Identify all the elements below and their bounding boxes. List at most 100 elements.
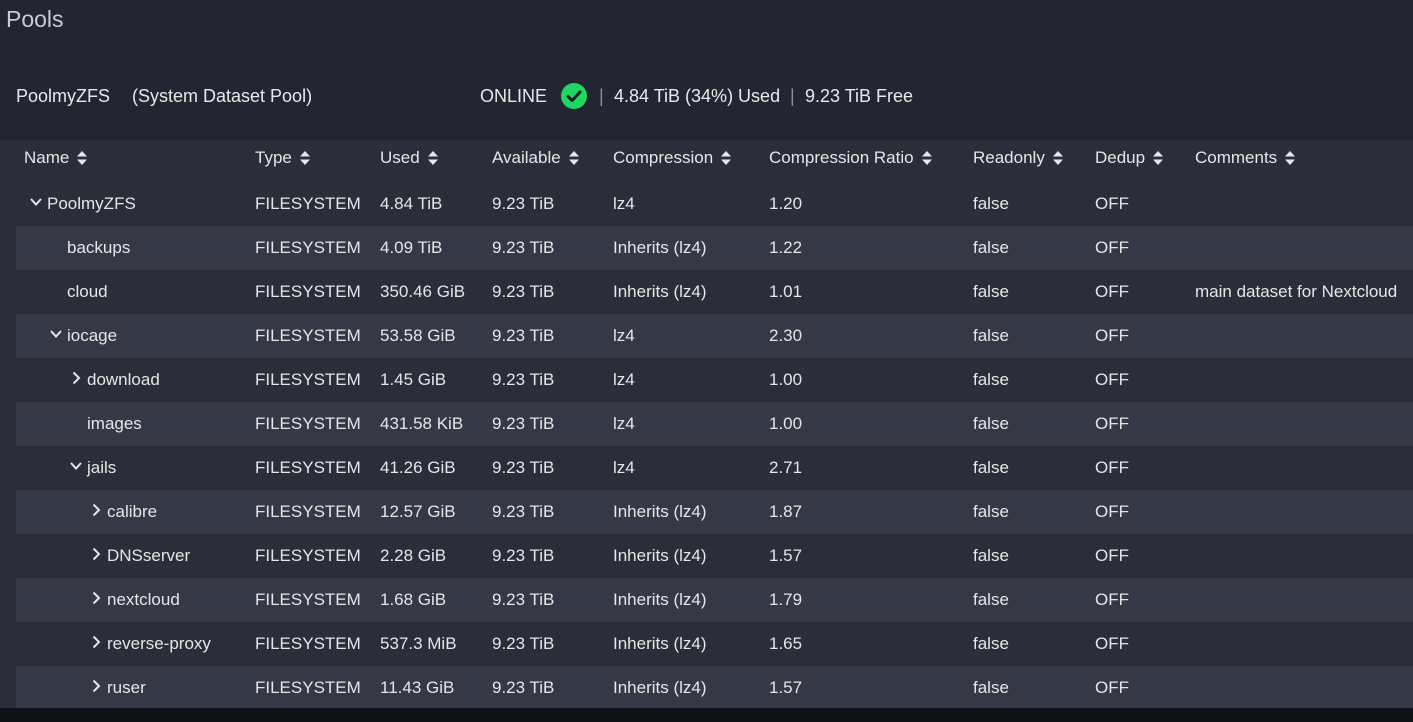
used-cell: 1.68 GiB bbox=[380, 590, 447, 609]
column-header-type[interactable]: Type bbox=[255, 148, 310, 168]
dedup-cell: OFF bbox=[1095, 370, 1129, 389]
readonly-cell: false bbox=[973, 634, 1009, 653]
available-cell: 9.23 TiB bbox=[492, 634, 555, 653]
available-cell: 9.23 TiB bbox=[492, 194, 555, 213]
compression-cell: Inherits (lz4) bbox=[613, 282, 707, 301]
table-row[interactable]: nextcloud FILESYSTEM 1.68 GiB 9.23 TiB Inher… bbox=[16, 578, 1413, 622]
table-row[interactable]: download FILESYSTEM 1.45 GiB 9.23 TiB lz4 1.0… bbox=[16, 358, 1413, 402]
table-row[interactable]: images FILESYSTEM 431.58 KiB 9.23 TiB lz4 1.0… bbox=[16, 402, 1413, 446]
sort-icon bbox=[299, 150, 310, 165]
sort-icon bbox=[721, 150, 732, 165]
available-cell: 9.23 TiB bbox=[492, 590, 555, 609]
type-cell: FILESYSTEM bbox=[255, 370, 361, 389]
name-cell: ruser bbox=[107, 678, 146, 697]
compression-ratio-cell: 2.71 bbox=[769, 458, 803, 477]
readonly-cell: false bbox=[973, 238, 1009, 257]
column-header-label: Dedup bbox=[1095, 148, 1146, 167]
dedup-cell: OFF bbox=[1095, 458, 1129, 477]
column-header-compression[interactable]: Compression bbox=[613, 148, 732, 168]
used-cell: 1.45 GiB bbox=[380, 370, 447, 389]
used-cell: 2.28 GiB bbox=[380, 546, 447, 565]
dedup-cell: OFF bbox=[1095, 238, 1129, 257]
table-row[interactable]: backups FILESYSTEM 4.09 TiB 9.23 TiB Inherit… bbox=[16, 226, 1413, 270]
column-header-label: Compression Ratio bbox=[769, 148, 914, 167]
chevron-down-icon[interactable] bbox=[49, 327, 63, 341]
table-row[interactable]: ruser FILESYSTEM 11.43 GiB 9.23 TiB Inherits… bbox=[16, 666, 1413, 710]
name-cell: iocage bbox=[67, 326, 118, 345]
chevron-right-icon[interactable] bbox=[69, 371, 83, 385]
chevron-right-icon[interactable] bbox=[89, 503, 103, 517]
table-row[interactable]: reverse-proxy FILESYSTEM 537.3 MiB 9.23 TiB… bbox=[16, 622, 1413, 666]
table-row[interactable]: cloud FILESYSTEM 350.46 GiB 9.23 TiB Inherit… bbox=[16, 270, 1413, 314]
chevron-down-icon[interactable] bbox=[69, 459, 83, 473]
sort-icon bbox=[1153, 150, 1164, 165]
column-header-available[interactable]: Available bbox=[492, 148, 579, 168]
chevron-down-icon[interactable] bbox=[29, 195, 43, 209]
column-header-comments[interactable]: Comments bbox=[1195, 148, 1296, 168]
compression-ratio-cell: 1.20 bbox=[769, 194, 803, 213]
column-header-label: Used bbox=[380, 148, 420, 167]
chevron-right-icon[interactable] bbox=[89, 635, 103, 649]
type-cell: FILESYSTEM bbox=[255, 678, 361, 697]
comments-cell: main dataset for Nextcloud bbox=[1195, 282, 1398, 301]
compression-cell: lz4 bbox=[613, 458, 635, 477]
used-cell: 53.58 GiB bbox=[380, 326, 456, 345]
type-cell: FILESYSTEM bbox=[255, 458, 361, 477]
name-cell: calibre bbox=[107, 502, 158, 521]
column-header-label: Available bbox=[492, 148, 561, 167]
column-header-label: Name bbox=[24, 148, 70, 167]
available-cell: 9.23 TiB bbox=[492, 546, 555, 565]
available-cell: 9.23 TiB bbox=[492, 370, 555, 389]
type-cell: FILESYSTEM bbox=[255, 590, 361, 609]
table-row[interactable]: jails FILESYSTEM 41.26 GiB 9.23 TiB lz4 2.71 f… bbox=[16, 446, 1413, 490]
table-row[interactable]: PoolmyZFS FILESYSTEM 4.84 TiB 9.23 TiB lz4 1.… bbox=[16, 182, 1413, 226]
chevron-right-icon[interactable] bbox=[89, 679, 103, 693]
readonly-cell: false bbox=[973, 370, 1009, 389]
dedup-cell: OFF bbox=[1095, 546, 1129, 565]
sort-icon bbox=[1052, 150, 1063, 165]
type-cell: FILESYSTEM bbox=[255, 502, 361, 521]
dedup-cell: OFF bbox=[1095, 634, 1129, 653]
separator: | bbox=[599, 86, 604, 106]
used-cell: 537.3 MiB bbox=[380, 634, 457, 653]
dedup-cell: OFF bbox=[1095, 282, 1129, 301]
column-header-readonly[interactable]: Readonly bbox=[973, 148, 1063, 168]
compression-cell: Inherits (lz4) bbox=[613, 678, 707, 697]
type-cell: FILESYSTEM bbox=[255, 194, 361, 213]
name-cell: reverse-proxy bbox=[107, 634, 211, 653]
compression-ratio-cell: 1.57 bbox=[769, 546, 803, 565]
dedup-cell: OFF bbox=[1095, 326, 1129, 345]
used-cell: 4.84 TiB bbox=[380, 194, 443, 213]
bottom-bar bbox=[0, 708, 1413, 722]
compression-ratio-cell: 2.30 bbox=[769, 326, 803, 345]
available-cell: 9.23 TiB bbox=[492, 502, 555, 521]
chevron-right-icon[interactable] bbox=[89, 591, 103, 605]
compression-ratio-cell: 1.65 bbox=[769, 634, 803, 653]
available-cell: 9.23 TiB bbox=[492, 458, 555, 477]
compression-cell: Inherits (lz4) bbox=[613, 634, 707, 653]
compression-cell: Inherits (lz4) bbox=[613, 238, 707, 257]
readonly-cell: false bbox=[973, 502, 1009, 521]
table-row[interactable]: DNSserver FILESYSTEM 2.28 GiB 9.23 TiB Inher… bbox=[16, 534, 1413, 578]
used-cell: 11.43 GiB bbox=[380, 678, 455, 697]
compression-cell: Inherits (lz4) bbox=[613, 590, 707, 609]
available-cell: 9.23 TiB bbox=[492, 414, 555, 433]
dedup-cell: OFF bbox=[1095, 414, 1129, 433]
compression-cell: lz4 bbox=[613, 194, 635, 213]
column-header-name[interactable]: Name bbox=[24, 148, 88, 168]
sort-icon bbox=[77, 150, 88, 165]
table-row[interactable]: iocage FILESYSTEM 53.58 GiB 9.23 TiB lz4 2.30… bbox=[16, 314, 1413, 358]
compression-cell: Inherits (lz4) bbox=[613, 546, 707, 565]
column-header-label: Type bbox=[255, 148, 292, 167]
chevron-right-icon[interactable] bbox=[89, 547, 103, 561]
column-header-used[interactable]: Used bbox=[380, 148, 438, 168]
table-header: Name Type Used Available Compression Compress… bbox=[0, 140, 1413, 176]
pool-name: PoolmyZFS bbox=[16, 86, 111, 106]
column-header-dedup[interactable]: Dedup bbox=[1095, 148, 1164, 168]
compression-ratio-cell: 1.57 bbox=[769, 678, 803, 697]
dedup-cell: OFF bbox=[1095, 502, 1129, 521]
compression-ratio-cell: 1.79 bbox=[769, 590, 803, 609]
table-row[interactable]: calibre FILESYSTEM 12.57 GiB 9.23 TiB Inheri… bbox=[16, 490, 1413, 534]
column-header-compression-ratio[interactable]: Compression Ratio bbox=[769, 148, 932, 168]
pool-used: 4.84 TiB (34%) Used bbox=[614, 86, 781, 106]
